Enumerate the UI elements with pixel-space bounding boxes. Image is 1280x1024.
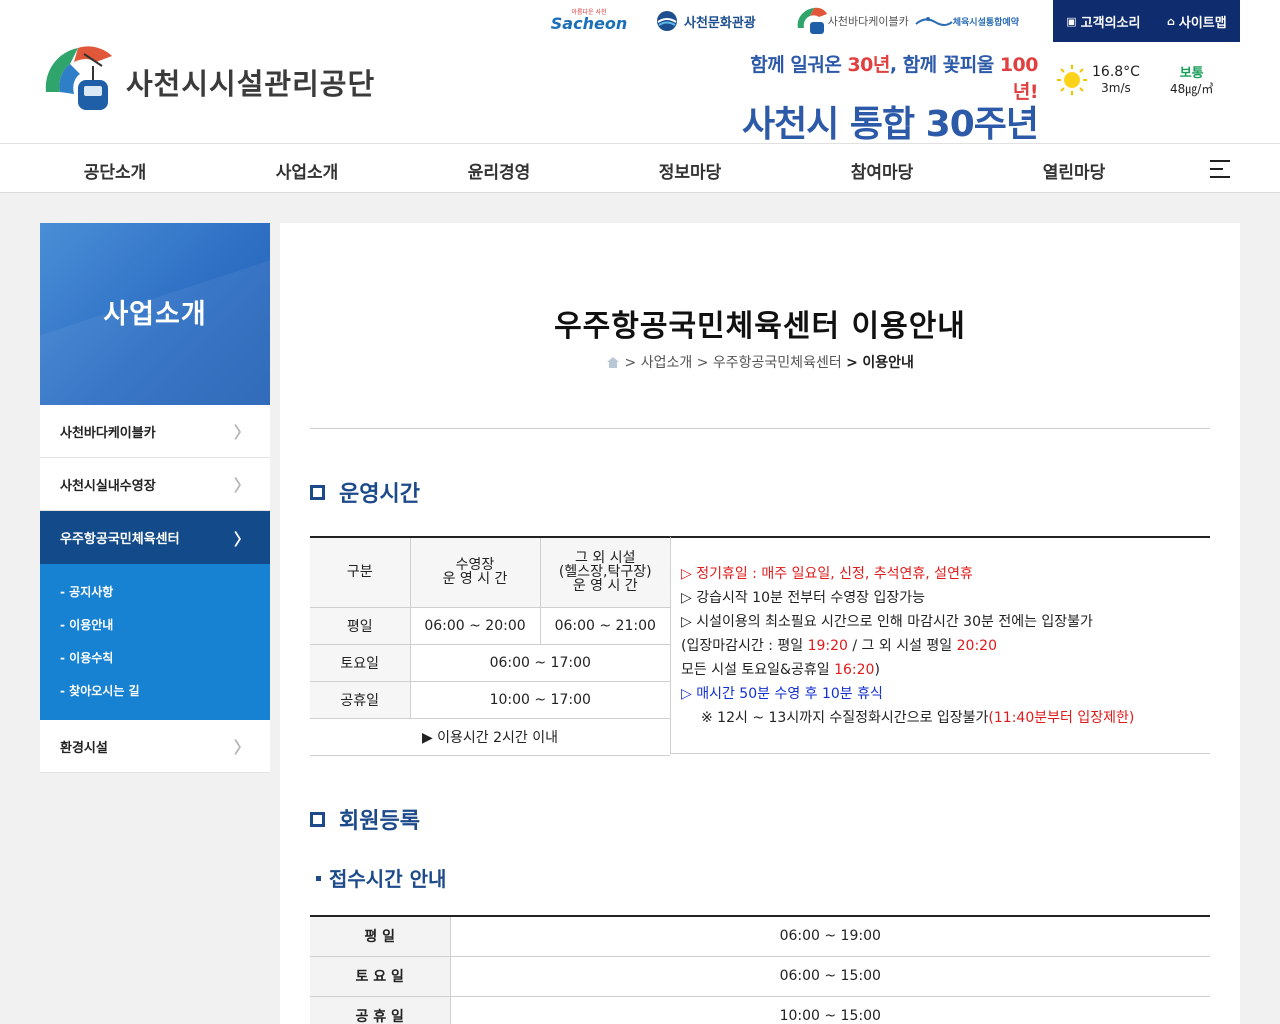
submenu-notice[interactable]: - 공지사항 [40,576,270,609]
nav-open[interactable]: 열린마당 [999,158,1149,183]
nav-business[interactable]: 사업소개 [232,158,382,183]
anniversary-banner[interactable]: 함께 일궈온 30년, 함께 꽃피울 100년! 사천시 통합 30주년 [728,50,1039,145]
logo-text: 사천시시설관리공단 [126,67,376,101]
hours-table: 구분 수영장 운 영 시 간 그 외 시설 (헬스장,탁구장) 운 영 시 간 평일 … [310,536,670,756]
cable-car-logo-icon [797,7,827,34]
divider [310,428,1210,429]
sidebar-item-indoor-pool[interactable]: 사천시실내수영장 〉 [40,458,270,511]
air-quality: 보통 48㎍/㎥ [1170,66,1213,97]
note-lesson-entry: ▷ 강습시작 10분 전부터 수영장 입장가능 [681,590,926,606]
breadcrumb-current: 이용안내 [862,355,914,371]
banner-slogan: 함께 일궈온 30년, 함께 꽃피울 100년! [750,54,1038,103]
section-title-hours: 운영시간 [310,476,420,508]
temperature: 16.8°C [1092,64,1140,81]
main-content: 우주항공국민체육센터 이용안내 > 사업소개 > 우주항공국민체육센터 > 이용… [280,223,1240,1024]
note-rest-break: ▷ 매시간 50분 수영 후 10분 휴식 [681,686,883,702]
sidebar-header: 사업소개 [40,223,270,405]
table-row: 공 휴 일 10:00 ~ 15:00 [310,996,1210,1024]
bullet-icon [316,876,321,881]
note-closing-entry: ▷ 시설이용의 최소필요 시간으로 인해 마감시간 30분 전에는 입장불가 [681,614,1093,630]
air-value: 48㎍/㎥ [1170,82,1214,97]
note-closing-times: (입장마감시간 : 평일 19:20 / 그 외 시설 평일 20:20 [681,638,997,654]
table-row: 평 일 06:00 ~ 19:00 [310,916,1210,957]
hours-notes: ▷ 정기휴일 : 매주 일요일, 신정, 추석연휴, 설연휴 ▷ 강습시작 10… [670,536,1210,754]
nav-info[interactable]: 정보마당 [615,158,765,183]
all-menu-icon[interactable] [1210,160,1230,178]
nav-participation[interactable]: 참여마당 [807,158,957,183]
sitemap-link[interactable]: ⌂ 사이트맵 [1167,12,1227,31]
usage-limit-note: ▶ 이용시간 2시간 이내 [310,718,670,756]
family-site-links: 아름다운 사천 Sacheon 사천문화관광 사천바다케이블카 체육시설통합예약 [551,0,1019,42]
reception-table: 평 일 06:00 ~ 19:00 토 요 일 06:00 ~ 15:00 공 … [310,915,1210,1024]
culture-logo-icon [657,11,677,31]
chevron-right-icon: 〉 [233,423,250,442]
section-title-membership: 회원등록 [310,803,420,835]
page-title: 우주항공국민체육센터 이용안내 [554,309,966,344]
utility-bar: ▣ 고객의소리 ⌂ 사이트맵 [1053,0,1240,42]
weather-widget: 16.8°C 3m/s [1056,64,1140,96]
chevron-right-icon: 〉 [233,476,250,495]
subsection-reception-time: 접수시간 안내 [316,863,446,892]
sacheon-link[interactable]: 아름다운 사천 Sacheon [551,10,627,32]
site-header: 사천시시설관리공단 아름다운 사천 Sacheon 사천문화관광 사천바다케이블… [0,0,1280,145]
wind-speed: 3m/s [1101,81,1131,96]
sidebar-item-cable-car[interactable]: 사천바다케이블카 〉 [40,405,270,458]
sidebar-submenu: - 공지사항 - 이용안내 - 이용수칙 - 찾아오시는 길 [40,564,270,720]
swim-wave-icon [915,17,953,26]
note-holidays: ▷ 정기휴일 : 매주 일요일, 신정, 추석연휴, 설연휴 [681,566,973,582]
breadcrumb: > 사업소개 > 우주항공국민체육센터 > 이용안내 [280,352,1240,372]
sidebar-item-aerospace-center[interactable]: 우주항공국민체육센터 〉 [40,511,270,564]
air-level: 보통 [1179,66,1204,81]
breadcrumb-center[interactable]: 우주항공국민체육센터 [713,355,842,371]
submenu-rules[interactable]: - 이용수칙 [40,642,270,675]
table-row: 토요일 06:00 ~ 17:00 [310,644,670,682]
home-icon: ⌂ [1167,14,1175,28]
sidebar-title: 사업소개 [103,298,207,330]
logo-mark-icon [45,46,112,110]
table-row: ▶ 이용시간 2시간 이내 [310,718,670,756]
culture-tour-link[interactable]: 사천문화관광 [654,10,756,32]
banner-title: 사천시 통합 30주년 [741,104,1039,145]
cable-car-link[interactable]: 사천바다케이블카 [794,6,909,36]
th-other-hours: 그 외 시설 (헬스장,탁구장) 운 영 시 간 [539,537,670,608]
square-bullet-icon [310,811,325,827]
breadcrumb-business[interactable]: 사업소개 [641,355,693,371]
table-row: 공휴일 10:00 ~ 17:00 [310,681,670,719]
chevron-right-icon: 〉 [233,738,250,757]
home-icon[interactable] [606,356,620,369]
main-nav: 공단소개 사업소개 윤리경영 정보마당 참여마당 열린마당 [0,143,1280,193]
submenu-guide[interactable]: - 이용안내 [40,609,270,642]
memo-icon: ▣ [1066,14,1077,28]
th-pool-hours: 수영장 운 영 시 간 [409,537,540,608]
submenu-directions[interactable]: - 찾아오시는 길 [40,675,270,708]
customer-voice-link[interactable]: ▣ 고객의소리 [1066,12,1140,31]
sidebar-item-environment[interactable]: 환경시설 〉 [40,720,270,773]
chevron-right-icon: 〉 [233,529,250,549]
sports-reserve-link[interactable]: 체육시설통합예약 [915,14,1019,28]
nav-about[interactable]: 공단소개 [40,158,190,183]
note-weekend-closing: 모든 시설 토요일&공휴일 16:20) [681,662,880,678]
sidebar: 사업소개 사천바다케이블카 〉 사천시실내수영장 〉 우주항공국민체육센터 〉 - 공… [40,223,270,773]
table-row: 평일 06:00 ~ 20:00 06:00 ~ 21:00 [310,607,670,645]
note-water-cleaning: ※ 12시 ~ 13시까지 수질정화시간으로 입장불가(11:40분부터 입장제… [701,710,1135,726]
nav-ethics[interactable]: 윤리경영 [424,158,574,183]
square-bullet-icon [310,484,325,500]
th-category: 구분 [310,537,410,608]
site-logo[interactable]: 사천시시설관리공단 [40,40,375,118]
table-row: 토 요 일 06:00 ~ 15:00 [310,956,1210,997]
sun-icon [1057,65,1087,95]
